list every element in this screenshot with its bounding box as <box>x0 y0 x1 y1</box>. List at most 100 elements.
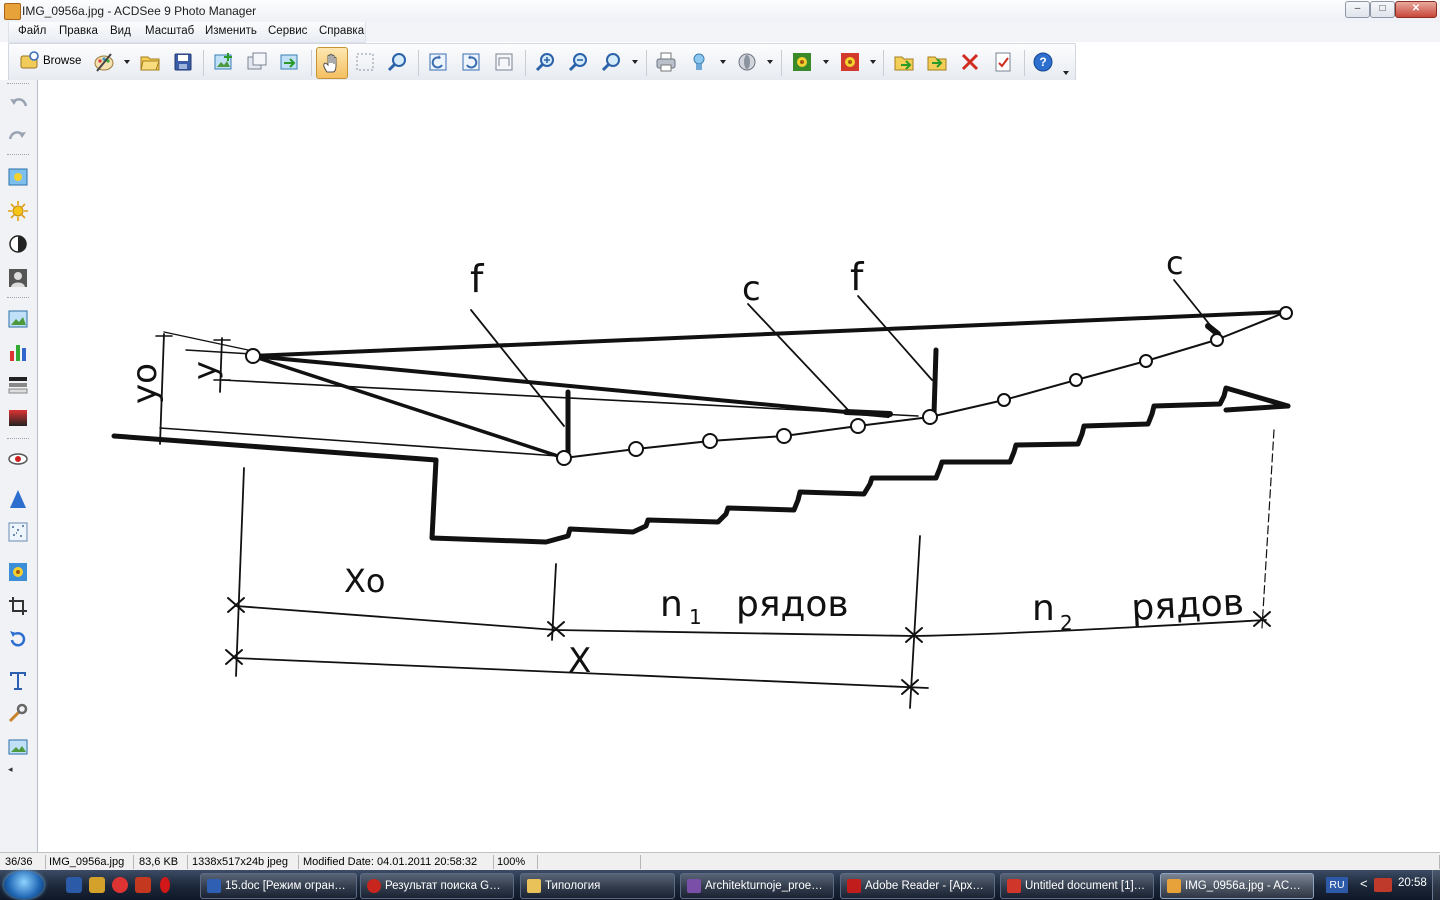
acquire-icon[interactable] <box>213 51 235 73</box>
slideshow-dropdown-arrow[interactable] <box>767 60 773 64</box>
close-button[interactable]: ✕ <box>1395 1 1437 18</box>
menu-modify[interactable]: Изменить <box>205 25 257 37</box>
status-zoom: 100% <box>494 855 538 869</box>
label-f-right: f <box>850 255 865 299</box>
menu-file[interactable]: Файл <box>18 25 46 37</box>
flower-effect-icon[interactable] <box>7 561 29 583</box>
save-icon[interactable] <box>172 51 194 73</box>
gradient-icon[interactable] <box>7 407 29 429</box>
wallpaper-icon[interactable] <box>7 736 29 758</box>
share-dropdown-arrow[interactable] <box>720 60 726 64</box>
portrait-icon[interactable] <box>7 267 29 289</box>
label-y0: yo <box>125 363 165 404</box>
toolbar-overflow-arrow[interactable] <box>1063 71 1069 75</box>
label-n2-sub: 2 <box>1060 611 1073 635</box>
menu-edit[interactable]: Правка <box>59 25 98 37</box>
copy-to-icon[interactable] <box>926 51 948 73</box>
copy-icon[interactable] <box>246 51 268 73</box>
image-viewer[interactable]: f c f c yo y Xo X n 1 рядов n 2 рядов <box>38 80 1440 852</box>
show-desktop-icon[interactable] <box>66 877 82 893</box>
taskbar-item-acdsee[interactable]: IMG_0956a.jpg - AC… <box>1160 873 1314 899</box>
taskbar-item-adobe-reader[interactable]: Adobe Reader - [Арх… <box>840 873 995 899</box>
maximize-button[interactable]: □ <box>1370 1 1395 18</box>
auto-exposure-icon[interactable] <box>7 166 29 188</box>
taskbar-item-archive[interactable]: Architekturnoje_proe… <box>680 873 834 899</box>
auto-lens-icon[interactable] <box>493 51 515 73</box>
properties-icon[interactable] <box>992 51 1014 73</box>
quicklaunch-folder-icon[interactable] <box>89 877 105 893</box>
menu-help[interactable]: Справка <box>319 25 364 37</box>
point <box>1210 333 1224 347</box>
taskbar-item-untitled[interactable]: Untitled document [1]… <box>1000 873 1154 899</box>
tray-app-icon[interactable] <box>1374 878 1392 892</box>
zoom-dropdown-arrow[interactable] <box>632 60 638 64</box>
color-balance-icon[interactable] <box>7 374 29 396</box>
hand-tool-button[interactable] <box>316 47 348 79</box>
lighting-icon[interactable] <box>7 200 29 222</box>
browse-button[interactable]: Browse <box>17 50 83 74</box>
menu-zoom[interactable]: Масштаб <box>145 25 194 37</box>
leader-c-left <box>747 303 851 413</box>
contrast-icon[interactable] <box>7 233 29 255</box>
menu-tools[interactable]: Сервис <box>268 25 307 37</box>
sharpen-icon[interactable] <box>7 488 29 510</box>
zoom-in-icon[interactable] <box>534 51 556 73</box>
zoom-out-icon[interactable] <box>567 51 589 73</box>
taskbar-item-folder[interactable]: Типология <box>520 873 675 899</box>
edit-dropdown-arrow[interactable] <box>124 60 130 64</box>
label-n2: n <box>1032 588 1055 629</box>
status-index: 36/36 <box>2 855 46 869</box>
slideshow-icon[interactable] <box>736 51 758 73</box>
zoom-select-icon[interactable] <box>386 51 408 73</box>
wallpaper-dropdown-arrow[interactable] <box>823 60 829 64</box>
edit-palette-icon[interactable] <box>93 51 115 73</box>
effects-icon[interactable] <box>839 51 861 73</box>
zoom-icon[interactable] <box>600 51 622 73</box>
crop-icon[interactable] <box>7 595 29 617</box>
f-marker-right <box>931 347 939 417</box>
taskbar-item-word[interactable]: 15.doc [Режим огран… <box>200 873 357 899</box>
rotate-left-icon[interactable] <box>427 51 449 73</box>
clock[interactable]: 20:58 <box>1398 877 1427 889</box>
menu-view[interactable]: Вид <box>110 25 131 37</box>
share-icon[interactable] <box>688 51 710 73</box>
rotate-right-icon[interactable] <box>460 51 482 73</box>
show-desktop-button[interactable] <box>1432 870 1440 900</box>
rotate-icon[interactable] <box>7 628 29 650</box>
tray-expand-arrow[interactable]: < <box>1360 876 1368 891</box>
print-icon[interactable] <box>655 51 677 73</box>
select-icon[interactable] <box>354 51 376 73</box>
text-icon[interactable] <box>7 669 29 691</box>
delete-icon[interactable] <box>959 51 981 73</box>
acdsee-app-icon[interactable] <box>4 3 21 20</box>
red-eye-icon[interactable] <box>7 448 29 470</box>
open-folder-icon[interactable] <box>139 51 161 73</box>
levels-icon[interactable] <box>7 341 29 363</box>
undo-icon[interactable] <box>7 92 29 114</box>
quicklaunch-opera2-icon[interactable] <box>160 877 170 893</box>
set-wallpaper-icon[interactable] <box>791 51 813 73</box>
windows-taskbar: 15.doc [Режим огран… Результат поиска G…… <box>0 870 1440 900</box>
move-to-icon[interactable] <box>893 51 915 73</box>
help-icon[interactable]: ? <box>1032 51 1054 73</box>
redo-icon[interactable] <box>7 125 29 147</box>
sightline-1 <box>250 310 1288 358</box>
svg-text:?: ? <box>1039 55 1046 69</box>
quicklaunch-opera-icon[interactable] <box>112 877 128 893</box>
point <box>1139 354 1153 368</box>
start-button[interactable] <box>4 871 44 899</box>
quicklaunch-app-icon[interactable] <box>135 877 151 893</box>
noise-icon[interactable] <box>7 521 29 543</box>
export-icon[interactable] <box>279 51 301 73</box>
acdsee-icon <box>1167 879 1181 893</box>
edit-tools-sidebar: ◂ <box>0 80 38 852</box>
sidebar-collapse-arrow[interactable]: ◂ <box>8 764 13 775</box>
language-indicator[interactable]: RU <box>1326 877 1348 893</box>
photo-fix-icon[interactable] <box>7 308 29 330</box>
leader-f-left <box>470 309 565 427</box>
taskbar-item-opera[interactable]: Результат поиска G… <box>360 873 514 899</box>
repair-icon[interactable] <box>7 702 29 724</box>
minimize-button[interactable]: – <box>1345 1 1370 18</box>
effects-dropdown-arrow[interactable] <box>870 60 876 64</box>
label-c-left: c <box>742 269 761 309</box>
